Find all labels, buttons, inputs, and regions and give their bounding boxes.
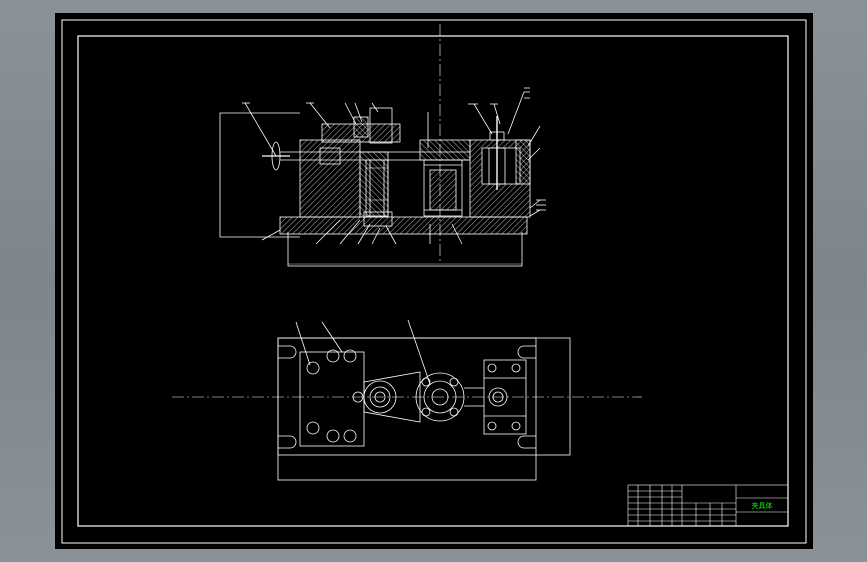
outer-border [61,19,807,544]
title-block-name: 夹具体 [752,501,773,510]
front-section-view [219,24,546,267]
top-plan-view [172,319,642,481]
cad-drawing: 夹具体 [61,19,807,544]
inner-border [77,35,789,527]
